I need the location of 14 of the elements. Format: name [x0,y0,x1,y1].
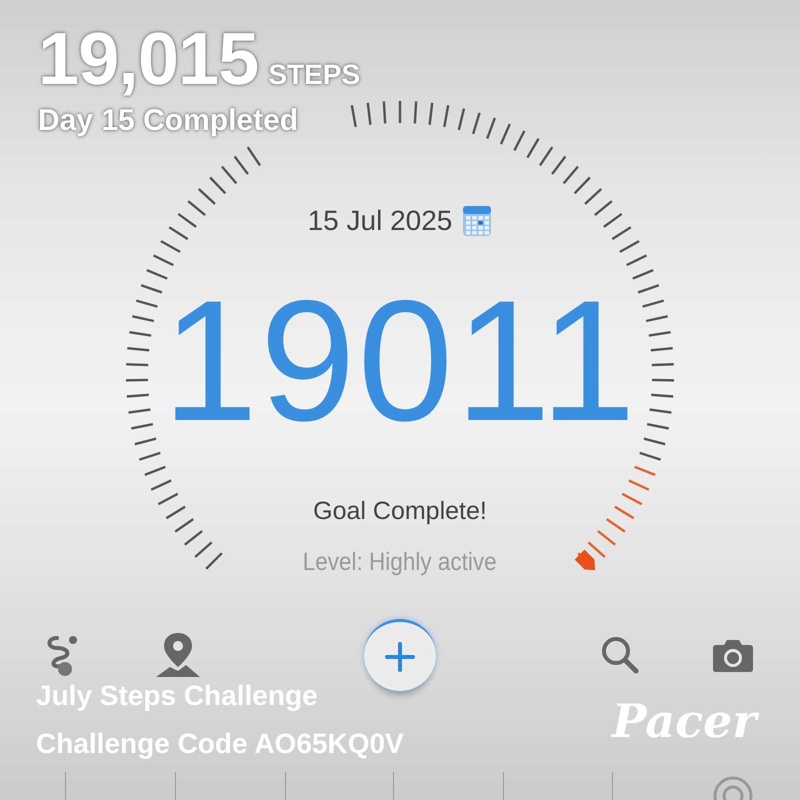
plus-icon [385,642,415,672]
search-icon[interactable] [600,635,640,675]
step-count: 19011 [162,275,638,447]
total-steps: 19,015 [38,22,258,96]
camera-icon[interactable] [712,637,754,673]
steps-unit: STEPS [268,59,360,91]
map-pin-icon[interactable] [154,631,202,679]
day-status: Day 15 Completed [38,104,300,138]
date-label: 15 Jul 2025 [308,205,452,237]
goal-status: Goal Complete! [313,497,487,526]
calendar-icon[interactable] [462,205,492,237]
progress-pointer-icon [574,550,596,570]
activity-level: Level: Highly active [303,548,497,577]
add-button[interactable] [364,619,436,691]
